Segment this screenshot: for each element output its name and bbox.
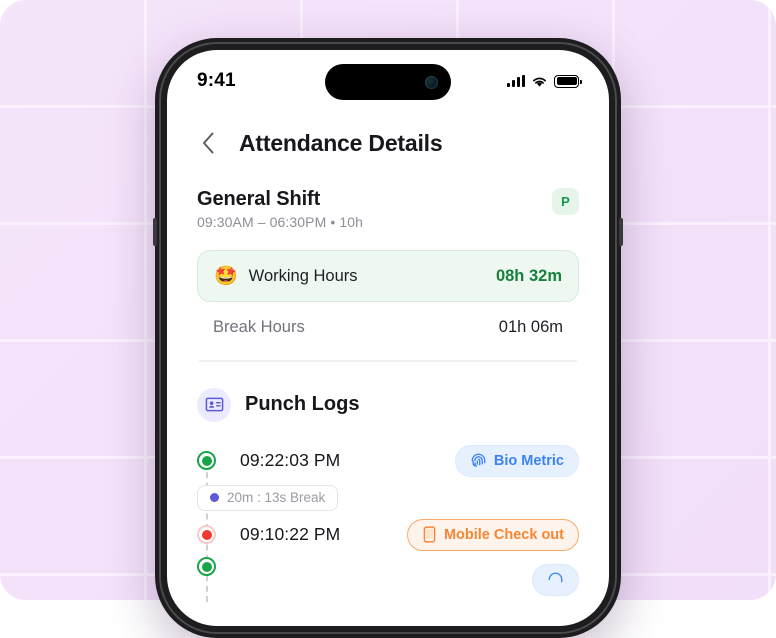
break-duration-label: 20m : 13s Break	[227, 490, 325, 505]
section-divider	[199, 360, 577, 362]
punch-logs-header: Punch Logs	[197, 388, 579, 422]
phone-screen: 9:41 Atte	[167, 50, 609, 626]
break-hours-label: Break Hours	[213, 318, 305, 337]
break-dot-icon	[210, 493, 219, 502]
punch-method-label: Mobile Check out	[444, 527, 564, 543]
check-in-dot-icon	[197, 557, 216, 576]
check-out-dot-icon	[197, 525, 216, 544]
page-title: Attendance Details	[239, 130, 442, 157]
happy-face-icon: 🤩	[214, 267, 238, 286]
battery-full-icon	[554, 75, 579, 88]
status-badge: P	[552, 188, 579, 215]
volume-button-left	[153, 218, 157, 246]
punch-method-chip[interactable]	[532, 564, 579, 596]
working-hours-value: 08h 32m	[496, 267, 562, 286]
front-camera-icon	[425, 76, 438, 89]
back-button[interactable]	[197, 128, 219, 158]
list-item[interactable]	[197, 552, 579, 582]
main-content: General Shift 09:30AM – 06:30PM • 10h P …	[167, 170, 609, 582]
punch-logs-timeline: 09:22:03 PM Bio Metric	[197, 444, 579, 582]
break-hours-row: Break Hours 01h 06m	[197, 302, 579, 352]
punch-method-chip[interactable]: Bio Metric	[455, 445, 579, 477]
punch-method-label: Bio Metric	[494, 453, 564, 469]
punch-method-chip[interactable]: Mobile Check out	[407, 519, 579, 551]
status-time: 9:41	[197, 70, 236, 92]
phone-mockup: 9:41 Atte	[155, 38, 621, 638]
chevron-left-icon	[202, 132, 215, 154]
status-bar: 9:41	[167, 50, 609, 108]
signal-bars-icon	[507, 75, 525, 87]
working-hours-label: Working Hours	[249, 267, 358, 286]
list-item[interactable]: 09:10:22 PM Mobile Check out	[197, 518, 579, 552]
shift-name: General Shift	[197, 188, 363, 211]
punch-time: 09:10:22 PM	[240, 524, 340, 545]
id-card-glyph	[205, 395, 224, 414]
navigation-bar: Attendance Details	[167, 108, 609, 170]
status-indicators	[507, 75, 579, 88]
working-hours-card: 🤩 Working Hours 08h 32m	[197, 250, 579, 302]
punch-logs-title: Punch Logs	[245, 393, 359, 416]
check-in-dot-icon	[197, 451, 216, 470]
wifi-icon	[531, 75, 548, 88]
fingerprint-icon	[547, 571, 564, 588]
break-hours-value: 01h 06m	[499, 318, 563, 337]
fingerprint-icon	[470, 452, 487, 469]
shift-header: General Shift 09:30AM – 06:30PM • 10h P	[197, 188, 579, 230]
break-marker: 20m : 13s Break	[197, 478, 579, 518]
list-item[interactable]: 09:22:03 PM Bio Metric	[197, 444, 579, 478]
punch-time: 09:22:03 PM	[240, 450, 340, 471]
id-badge-icon	[197, 388, 231, 422]
dynamic-island	[325, 64, 451, 100]
power-button-right	[619, 218, 623, 246]
shift-schedule: 09:30AM – 06:30PM • 10h	[197, 214, 363, 230]
break-duration-chip: 20m : 13s Break	[197, 485, 338, 511]
mobile-phone-icon	[422, 526, 437, 543]
